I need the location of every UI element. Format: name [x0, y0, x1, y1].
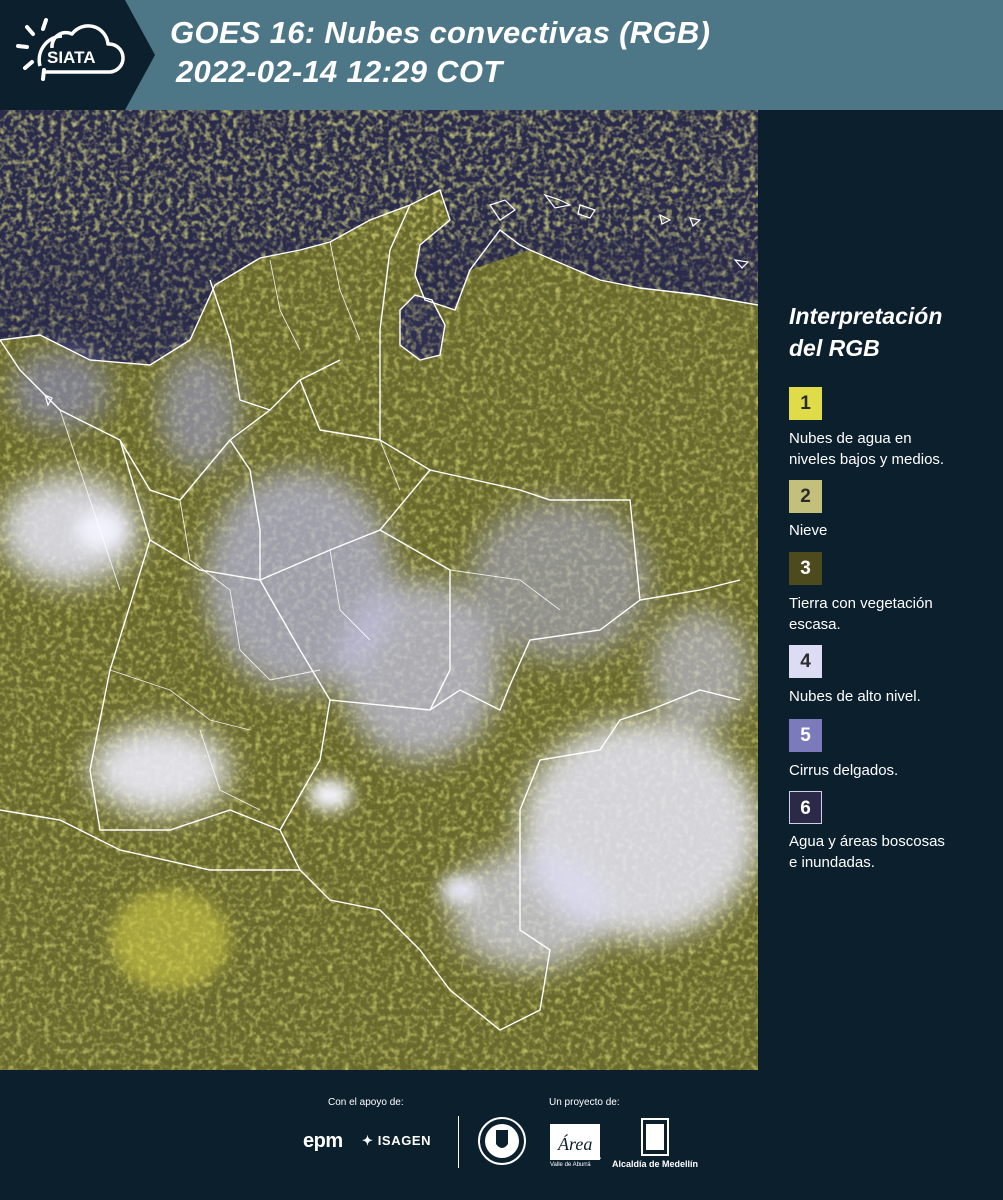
alcaldia-shield-icon: [641, 1118, 669, 1156]
legend-label-5: Cirrus delgados.: [789, 760, 999, 781]
legend-label-4: Nubes de alto nivel.: [789, 686, 999, 707]
legend-number: 2: [800, 486, 811, 507]
area-name: METROPOLITANA Valle de Aburrá: [550, 1155, 610, 1169]
legend-number: 4: [800, 651, 811, 672]
legend-label-3: Tierra con vegetación escasa.: [789, 593, 999, 635]
legend-label-line: Agua y áreas boscosas: [789, 833, 945, 850]
logo-text: SIATA: [47, 48, 95, 67]
legend-label-line: niveles bajos y medios.: [789, 451, 945, 468]
isagen-logo: ✦ ISAGEN: [362, 1133, 431, 1149]
legend-swatch-4: 4: [789, 645, 822, 678]
project-label: Un proyecto de:: [549, 1097, 620, 1108]
legend-panel: Interpretación del RGB 1 Nubes de agua e…: [758, 110, 1003, 1070]
legend-label-line: Nieve: [789, 522, 828, 539]
legend-label-1: Nubes de agua en niveles bajos y medios.: [789, 428, 999, 470]
area-name-line: Valle de Aburrá: [550, 1162, 591, 1168]
medellin-seal-icon: [478, 1117, 526, 1165]
legend-label-6: Agua y áreas boscosas e inundadas.: [789, 831, 999, 873]
legend-title-line1: Interpretación: [789, 303, 943, 329]
isagen-text: ISAGEN: [377, 1133, 432, 1148]
legend-swatch-3: 3: [789, 552, 822, 585]
support-label: Con el apoyo de:: [328, 1097, 404, 1108]
isagen-icon: ✦: [362, 1133, 374, 1148]
siata-logo: SIATA: [0, 0, 155, 110]
legend-label-line: Nubes de alto nivel.: [789, 688, 921, 705]
legend-swatch-1: 1: [789, 387, 822, 420]
legend-label-2: Nieve: [789, 520, 999, 541]
legend-number: 1: [800, 393, 811, 414]
legend-number: 6: [800, 798, 811, 819]
legend-label-line: escasa.: [789, 616, 841, 633]
alcaldia-name: Alcaldía de Medellín: [612, 1159, 699, 1169]
legend-label-line: Tierra con vegetación: [789, 595, 933, 612]
epm-logo: epm: [303, 1130, 343, 1152]
legend-label-line: e inundadas.: [789, 854, 875, 871]
satellite-map: [0, 110, 758, 1070]
area-script: Área: [557, 1133, 592, 1154]
legend-swatch-2: 2: [789, 480, 822, 513]
header-bar: SIATA GOES 16: Nubes convectivas (RGB) 2…: [0, 0, 1003, 110]
legend-swatch-6: 6: [789, 791, 822, 824]
legend-swatch-5: 5: [789, 719, 822, 752]
footer: Con el apoyo de: Un proyecto de: epm ✦ I…: [0, 1070, 1003, 1200]
legend-label-line: Cirrus delgados.: [789, 762, 899, 779]
legend-label-line: Nubes de agua en: [789, 430, 912, 447]
legend-title: Interpretación del RGB: [789, 300, 989, 364]
legend-title-line2: del RGB: [789, 335, 880, 361]
page-title: GOES 16: Nubes convectivas (RGB): [170, 15, 711, 50]
legend-number: 5: [800, 725, 811, 746]
legend-number: 3: [800, 558, 811, 579]
footer-divider: [458, 1116, 459, 1168]
page-timestamp: 2022-02-14 12:29 COT: [176, 54, 503, 89]
area-name-line: METROPOLITANA: [550, 1155, 601, 1161]
